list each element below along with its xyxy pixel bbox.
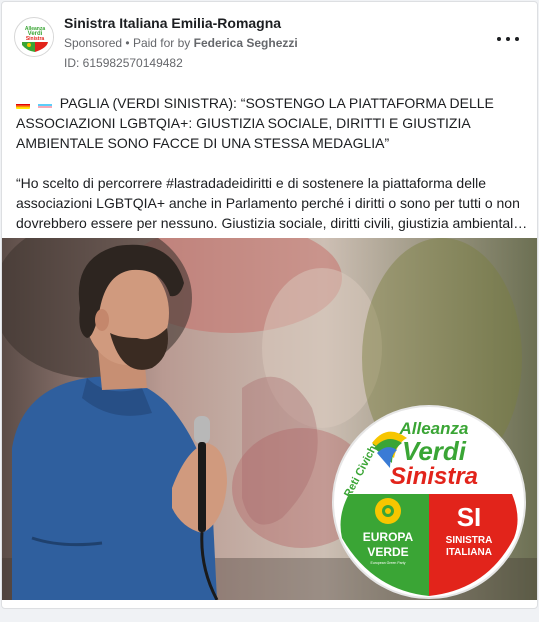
ad-image[interactable]: Reti Civiche Alleanza Verdi Sinistra EUR…: [2, 238, 537, 600]
separator-dot: •: [125, 36, 130, 50]
post-body-text: “Ho scelto di percorrere #lastradadeidir…: [16, 175, 528, 231]
logo-right-mark: SI: [457, 502, 482, 532]
svg-text:Sinistra: Sinistra: [26, 36, 45, 42]
logo-left-line-1: EUROPA: [363, 530, 414, 544]
more-horizontal-icon-dot: [515, 37, 519, 41]
page-name[interactable]: Sinistra Italiana Emilia-Romagna: [64, 15, 281, 31]
post-headline: PAGLIA (VERDI SINISTRA): “SOSTENGO LA PI…: [16, 93, 531, 153]
ad-id: ID: 615982570149482: [64, 56, 183, 70]
headline-text: PAGLIA (VERDI SINISTRA): “SOSTENGO LA PI…: [16, 95, 494, 151]
logo-left-line-2: VERDE: [367, 545, 408, 559]
logo-left-small: European Green Party: [370, 561, 405, 565]
logo-right-line-1: SINISTRA: [446, 535, 493, 546]
page-avatar[interactable]: Alleanza Verdi Sinistra: [14, 17, 54, 57]
paid-for-name: Federica Seghezzi: [193, 36, 298, 50]
logo-bottom-word: Sinistra: [390, 463, 478, 490]
avs-party-logo: Reti Civiche Alleanza Verdi Sinistra EUR…: [332, 405, 526, 599]
ad-card: Alleanza Verdi Sinistra Sinistra Italian…: [1, 1, 538, 609]
sponsored-label[interactable]: Sponsored: [64, 36, 122, 50]
sunflower-icon: [375, 498, 401, 524]
sponsorship-line: Sponsored • Paid for by Federica Seghezz…: [64, 36, 298, 50]
logo-middle-word: Verdi: [402, 436, 467, 466]
logo-right-line-2: ITALIANA: [446, 547, 492, 558]
rainbow-flag-icon: [16, 99, 30, 109]
more-horizontal-icon-dot: [506, 37, 510, 41]
post-header: Alleanza Verdi Sinistra Sinistra Italian…: [2, 2, 537, 78]
avs-logo-icon: Alleanza Verdi Sinistra: [16, 19, 53, 56]
more-horizontal-icon-dot: [497, 37, 501, 41]
more-options-button[interactable]: [497, 31, 519, 47]
transgender-flag-icon: [37, 99, 52, 109]
paid-for-prefix: Paid for by: [132, 36, 191, 50]
post-text: PAGLIA (VERDI SINISTRA): “SOSTENGO LA PI…: [16, 93, 531, 233]
